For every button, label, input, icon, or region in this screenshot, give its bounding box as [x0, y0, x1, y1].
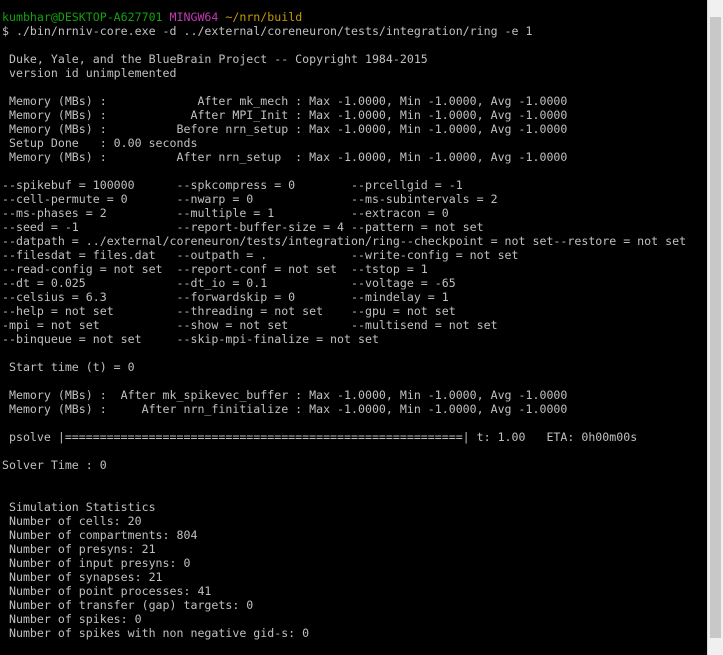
terminal-line: Simulation Statistics	[2, 500, 156, 514]
terminal-line: Start time (t) = 0	[2, 360, 135, 374]
scrollbar-thumb[interactable]	[710, 17, 721, 638]
vertical-scrollbar[interactable]	[707, 0, 723, 655]
terminal-line: --celsius = 6.3 --forwardskip = 0 --mind…	[2, 290, 449, 304]
terminal-line: --filesdat = files.dat --outpath = . --w…	[2, 248, 519, 262]
terminal-line: Memory (MBs) : After nrn_setup : Max -1.…	[2, 150, 568, 164]
terminal-line: --help = not set --threading = not set -…	[2, 304, 456, 318]
output-lines: $ ./bin/nrniv-core.exe -d ../external/co…	[2, 24, 708, 640]
prompt-path: ~/nrn/build	[225, 10, 303, 24]
terminal-line: Number of spikes with non negative gid-s…	[2, 626, 310, 640]
terminal-line: Memory (MBs) : After mk_spikevec_buffer …	[2, 388, 568, 402]
terminal-line: Number of cells: 20	[2, 514, 142, 528]
terminal-line: --read-config = not set --report-conf = …	[2, 262, 428, 276]
terminal-line: Number of spikes: 0	[2, 612, 142, 626]
terminal-line: Solver Time : 0	[2, 458, 107, 472]
terminal-line: --datpath = ../external/coreneuron/tests…	[2, 234, 687, 248]
terminal-line: Number of synapses: 21	[2, 570, 163, 584]
terminal-line: --ms-phases = 2 --multiple = 1 --extraco…	[2, 206, 449, 220]
terminal-line: Memory (MBs) : After MPI_Init : Max -1.0…	[2, 108, 568, 122]
terminal-line: Setup Done : 0.00 seconds	[2, 136, 198, 150]
terminal-line: Number of presyns: 21	[2, 542, 156, 556]
terminal-line: --seed = -1 --report-buffer-size = 4 --p…	[2, 220, 484, 234]
terminal-line: Number of input presyns: 0	[2, 556, 191, 570]
terminal-line: Memory (MBs) : After nrn_finitialize : M…	[2, 402, 568, 416]
prompt-env: MINGW64	[169, 10, 219, 24]
terminal-line: --spikebuf = 100000 --spkcompress = 0 --…	[2, 178, 463, 192]
terminal-line: --cell-permute = 0 --nwarp = 0 --ms-subi…	[2, 192, 498, 206]
terminal-line: $ ./bin/nrniv-core.exe -d ../external/co…	[2, 24, 533, 38]
terminal-line: --dt = 0.025 --dt_io = 0.1 --voltage = -…	[2, 276, 456, 290]
prompt-user-host: kumbhar@DESKTOP-A627701	[2, 10, 163, 24]
terminal-line: Memory (MBs) : After mk_mech : Max -1.00…	[2, 94, 568, 108]
terminal-output[interactable]: kumbhar@DESKTOP-A627701 MINGW64 ~/nrn/bu…	[2, 10, 708, 655]
terminal-line: Number of transfer (gap) targets: 0	[2, 598, 254, 612]
terminal-line: Number of compartments: 804	[2, 528, 198, 542]
terminal-line: --binqueue = not set --skip-mpi-finalize…	[2, 332, 379, 346]
terminal-line: version id unimplemented	[2, 66, 177, 80]
shell-prompt: kumbhar@DESKTOP-A627701 MINGW64 ~/nrn/bu…	[2, 10, 708, 24]
terminal-line: Number of point processes: 41	[2, 584, 212, 598]
terminal-line: Memory (MBs) : Before nrn_setup : Max -1…	[2, 122, 568, 136]
terminal-line: Duke, Yale, and the BlueBrain Project --…	[2, 52, 428, 66]
terminal-line: -mpi = not set --show = not set --multis…	[2, 318, 498, 332]
terminal-line: psolve |================================…	[2, 430, 638, 444]
